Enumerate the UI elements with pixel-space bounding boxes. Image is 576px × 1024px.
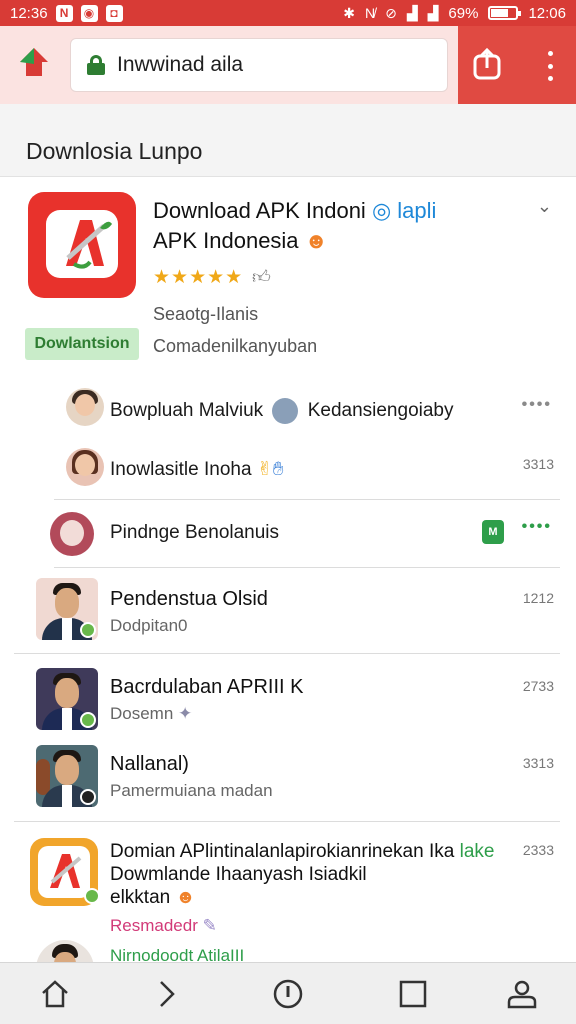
thread-title: Bowpluah Malviuk bbox=[110, 400, 264, 422]
tabs-icon[interactable] bbox=[396, 977, 430, 1011]
divider bbox=[0, 176, 576, 177]
status-bar: 12:36 N ◉ ◘ ✱ N̸ ⊘ ▟ ▟ 69% 12:06 bbox=[0, 0, 576, 26]
timestamp: 1212 bbox=[522, 590, 554, 606]
app-logo-mark-icon bbox=[50, 854, 82, 888]
contact-sub: Pamermuiana madan bbox=[110, 781, 273, 800]
avatar bbox=[272, 398, 299, 424]
browser-toolbar: Inwwinad aila bbox=[0, 26, 576, 104]
notification-message-icon: ◉ bbox=[80, 4, 98, 22]
forward-icon[interactable] bbox=[150, 977, 184, 1011]
download-badge[interactable]: Dowlantsion bbox=[25, 328, 139, 360]
mute-icon: ⊘ bbox=[385, 4, 397, 21]
more-icon[interactable]: •••• bbox=[522, 518, 552, 536]
check-badge-icon bbox=[80, 712, 96, 728]
share-icon[interactable] bbox=[472, 46, 502, 82]
app-logo-mark-icon bbox=[66, 220, 112, 269]
contact-sub: Dodpitan0 bbox=[110, 616, 188, 635]
signal-icon: ▟ bbox=[406, 4, 418, 21]
contact-photo bbox=[36, 745, 98, 807]
app-subtitle: Comadenilkanyuban bbox=[153, 336, 318, 356]
status-time-right: 12:06 bbox=[528, 4, 566, 22]
account-icon[interactable] bbox=[505, 977, 539, 1011]
toolbar-actions bbox=[458, 26, 576, 104]
avatar bbox=[66, 388, 104, 426]
pin-icon: ✦ bbox=[178, 704, 193, 723]
chat-badge-icon: M bbox=[482, 520, 504, 544]
verified-icon: ◎ bbox=[371, 198, 392, 223]
bottom-nav-bar bbox=[0, 962, 576, 1024]
notification-app-icon: ◘ bbox=[105, 4, 123, 22]
thread-title-2: Kedansiengoiaby bbox=[307, 400, 454, 422]
divider bbox=[54, 499, 560, 500]
feature-tag: Resmadedr ✎ bbox=[110, 916, 217, 935]
contact-row[interactable]: Pendenstua Olsid Dodpitan0 1212 bbox=[0, 578, 576, 642]
app-title-blue: lapli bbox=[397, 198, 437, 223]
app-title-line2: APK Indonesia ☻ bbox=[153, 228, 328, 253]
contact-name: Bacrdulaban APRIII K bbox=[110, 676, 304, 698]
no-signal-icon: N̸ bbox=[365, 5, 376, 21]
emoji-icon: ☻ bbox=[304, 228, 328, 253]
divider bbox=[54, 567, 560, 568]
avatar bbox=[50, 512, 94, 556]
list-item[interactable]: Inowlasitle Inoha ✌︎✋︎ 3313 bbox=[0, 446, 576, 488]
thumbs-up-icon[interactable]: 👍︎ bbox=[252, 266, 271, 288]
timestamp: 2333 bbox=[522, 842, 554, 858]
status-time-left: 12:36 bbox=[10, 4, 48, 22]
page-title: Downlosia Lunpo bbox=[26, 138, 203, 164]
url-text: Inwwinad aila bbox=[117, 53, 244, 76]
info-icon[interactable] bbox=[271, 977, 305, 1011]
timestamp: 3313 bbox=[522, 755, 554, 771]
signal-2-icon: ▟ bbox=[427, 4, 439, 21]
divider bbox=[14, 653, 560, 654]
list-item[interactable]: Bowpluah Malviuk Kedansiengoiaby •••• bbox=[0, 388, 576, 428]
feature-app-icon[interactable] bbox=[30, 838, 100, 906]
contact-sub: Dosemn ✦ bbox=[110, 704, 193, 723]
app-title-line1[interactable]: Download APK Indoni ◎ lapli bbox=[153, 198, 436, 224]
bluetooth-icon: ✱ bbox=[343, 4, 355, 21]
rating-stars: ★★★★★ bbox=[153, 267, 244, 288]
battery-percent: 69% bbox=[448, 4, 479, 22]
lock-icon bbox=[87, 55, 105, 75]
app-meta: Seaotg-Ilanis bbox=[153, 304, 259, 324]
avatar bbox=[66, 448, 104, 486]
emoji-icon: ☻ bbox=[175, 887, 196, 908]
contact-row[interactable]: Bacrdulaban APRIII K Dosemn ✦ 2733 bbox=[0, 668, 576, 732]
notification-n-icon: N bbox=[55, 4, 73, 22]
chevron-down-icon[interactable]: ⌄ bbox=[537, 196, 552, 217]
overflow-menu-icon[interactable] bbox=[546, 51, 554, 81]
more-icon[interactable]: •••• bbox=[522, 396, 552, 414]
check-badge-icon bbox=[80, 622, 96, 638]
app-logo-icon[interactable] bbox=[16, 44, 52, 80]
timestamp: 3313 bbox=[522, 456, 554, 472]
contact-row[interactable]: Nallanal) Pamermuiana madan 3313 bbox=[0, 745, 576, 809]
contact-photo bbox=[36, 578, 98, 640]
divider bbox=[14, 821, 560, 822]
thread-title: Pindnge Benolanuis bbox=[110, 522, 280, 543]
feature-title[interactable]: Domian APlintinalanlapirokianrinekan Ika… bbox=[110, 840, 494, 909]
url-bar[interactable]: Inwwinad aila bbox=[70, 38, 448, 92]
contact-name: Pendenstua Olsid bbox=[110, 588, 268, 610]
hands-emoji-icon: ✌︎ bbox=[256, 459, 273, 480]
contact-name: Nallanal) bbox=[110, 753, 189, 775]
check-badge-icon bbox=[84, 888, 100, 904]
app-icon[interactable] bbox=[28, 192, 136, 298]
timestamp: 2733 bbox=[522, 678, 554, 694]
contact-photo bbox=[36, 668, 98, 730]
home-icon[interactable] bbox=[38, 977, 72, 1011]
check-badge-icon bbox=[80, 789, 96, 805]
list-item[interactable]: Pindnge Benolanuis M •••• bbox=[0, 510, 576, 556]
wave-emoji-icon: ✋︎ bbox=[272, 459, 284, 480]
pencil-icon: ✎ bbox=[202, 916, 217, 935]
battery-icon bbox=[488, 6, 522, 20]
thread-title: Inowlasitle Inoha bbox=[110, 459, 252, 480]
